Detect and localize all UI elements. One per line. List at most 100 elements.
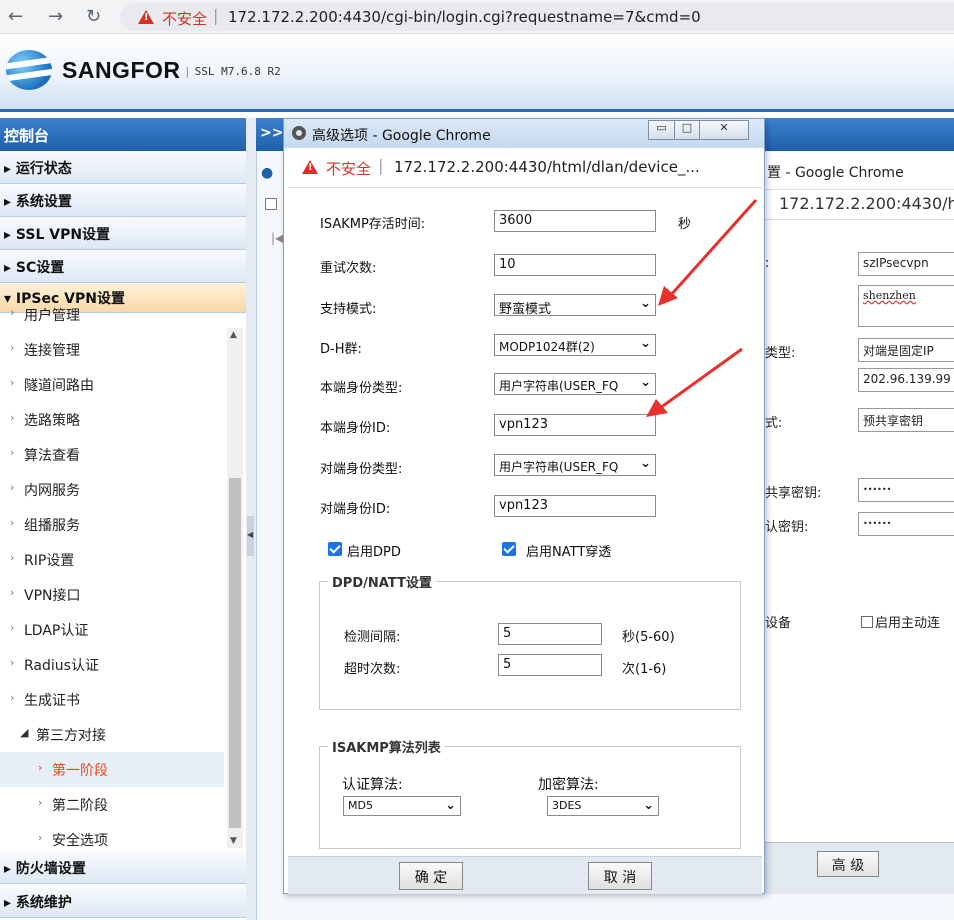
- sidebar-item-multicast[interactable]: › 组播服务: [0, 507, 246, 542]
- sidebar-section-firewall[interactable]: ▸ 防火墙设置: [0, 851, 246, 884]
- brand-name: SANGFOR: [62, 57, 181, 83]
- auth-mode-select[interactable]: 预共享密钥: [858, 408, 954, 432]
- auth-algo-select[interactable]: MD5 ⌄: [343, 796, 461, 816]
- retries-label: 重试次数:: [320, 261, 377, 276]
- sidebar-submenu: › 用户管理 › 连接管理 › 隧道间路由 › 选路策略 › 算法查看 › 内网服务 › 组播…: [0, 305, 246, 850]
- dialog-title: 高级选项 - Google Chrome: [312, 128, 491, 144]
- sangfor-logo-icon: [6, 50, 52, 90]
- url-text[interactable]: 172.172.2.200:4430/cgi-bin/login.cgi?req…: [228, 8, 701, 26]
- sidebar-item-phase1[interactable]: › 第一阶段: [0, 752, 224, 787]
- local-id-type-select[interactable]: 用户字符串(USER_FQ ⌄: [494, 373, 656, 395]
- dialog-footer: 确 定 取 消: [288, 856, 762, 894]
- sidebar-item-ldap[interactable]: › LDAP认证: [0, 612, 246, 647]
- cancel-button[interactable]: 取 消: [588, 862, 652, 890]
- app-header: SANGFOR | SSL M7.6.8 R2: [0, 34, 954, 112]
- dpd-natt-group-title: DPD/NATT设置: [332, 576, 432, 591]
- sidebar-item-users[interactable]: › 用户管理: [0, 305, 246, 332]
- dialog-address-bar[interactable]: 不安全 | 172.172.2.200:4430/html/dlan/devic…: [288, 148, 762, 188]
- sidebar-item-radius[interactable]: › Radius认证: [0, 647, 246, 682]
- dialog-url[interactable]: 172.172.2.200:4430/html/dlan/device_...: [394, 158, 700, 176]
- active-connect-checkbox[interactable]: [861, 616, 873, 628]
- chevron-down-icon: ⌄: [640, 336, 651, 351]
- warning-icon: [302, 160, 318, 174]
- sidebar-section-status[interactable]: ▸ 运行状态: [0, 151, 246, 184]
- psk-confirm-label: 认密钥:: [765, 520, 809, 535]
- sidebar: 控制台 ▸ 运行状态 ▸ 系统设置 ▸ SSL VPN设置 ▸ SC设置 ▾ I…: [0, 118, 246, 920]
- retries-input[interactable]: 10: [494, 254, 656, 276]
- auth-algo-label: 认证算法:: [342, 777, 403, 793]
- isakmp-keepalive-input[interactable]: 3600: [494, 210, 656, 232]
- sidebar-section-sslvpn[interactable]: ▸ SSL VPN设置: [0, 217, 246, 250]
- psk-field[interactable]: ••••••: [858, 478, 954, 502]
- ok-button[interactable]: 确 定: [399, 862, 463, 890]
- close-icon[interactable]: ✕: [699, 120, 749, 140]
- minimize-icon[interactable]: ▭: [648, 120, 675, 140]
- detect-interval-input[interactable]: 5: [498, 623, 602, 645]
- sidebar-section-maintenance[interactable]: ▸ 系统维护: [0, 885, 246, 918]
- name-field[interactable]: szIPsecvpn: [858, 252, 954, 276]
- sidebar-item-connections[interactable]: › 连接管理: [0, 332, 246, 367]
- mode-label: 支持模式:: [320, 302, 377, 317]
- bullet-icon: ●: [261, 165, 274, 181]
- sidebar-title: 控制台: [0, 118, 246, 151]
- peer-id-type-select[interactable]: 用户字符串(USER_FQ ⌄: [494, 454, 656, 476]
- psk-confirm-field[interactable]: ••••••: [858, 512, 954, 536]
- forward-icon[interactable]: →: [48, 6, 63, 27]
- scrollbar-thumb[interactable]: [229, 478, 241, 828]
- background-window-title: 置 - Google Chrome: [767, 165, 904, 181]
- sidebar-item-security-options[interactable]: › 安全选项: [0, 822, 246, 850]
- address-bar[interactable]: 不安全 | 172.172.2.200:4430/cgi-bin/login.c…: [120, 3, 954, 31]
- enable-natt-checkbox[interactable]: [502, 542, 516, 556]
- pane-splitter[interactable]: ◀: [246, 118, 256, 920]
- sidebar-scrollbar[interactable]: ▲ ▼: [227, 328, 243, 848]
- dh-group-select[interactable]: MODP1024群(2) ⌄: [494, 334, 656, 356]
- scroll-up-icon[interactable]: ▲: [230, 330, 237, 340]
- local-id-input[interactable]: vpn123: [494, 414, 656, 436]
- chevron-down-icon: ⌄: [445, 798, 456, 813]
- insecure-label: 不安全: [326, 160, 372, 178]
- isakmp-keepalive-unit: 秒: [678, 217, 692, 232]
- description-field[interactable]: shenzhen: [858, 285, 954, 327]
- sidebar-section-system[interactable]: ▸ 系统设置: [0, 184, 246, 217]
- chevron-down-icon: ⌄: [640, 296, 651, 311]
- peer-ip-field[interactable]: 202.96.139.99: [858, 368, 954, 392]
- scroll-down-icon[interactable]: ▼: [230, 836, 237, 846]
- version-label: | SSL M7.6.8 R2: [184, 65, 281, 78]
- active-connect-option[interactable]: 启用主动连: [861, 612, 940, 631]
- isakmp-algorithm-group-title: ISAKMP算法列表: [332, 741, 441, 756]
- sidebar-item-intranet-services[interactable]: › 内网服务: [0, 472, 246, 507]
- sidebar-item-tunnel-routing[interactable]: › 隧道间路由: [0, 367, 246, 402]
- sidebar-item-route-policy[interactable]: › 选路策略: [0, 402, 246, 437]
- advanced-options-dialog: 高级选项 - Google Chrome ▭ □ ✕ 不安全 | 172.172…: [283, 118, 765, 894]
- dh-group-label: D-H群:: [320, 342, 362, 357]
- sidebar-item-vpn-interface[interactable]: › VPN接口: [0, 577, 246, 612]
- chevron-down-icon: ⌄: [643, 798, 654, 813]
- mode-select[interactable]: 野蛮模式 ⌄: [494, 294, 656, 316]
- enable-natt-label: 启用NATT穿透: [526, 545, 612, 560]
- timeout-input[interactable]: 5: [498, 654, 602, 676]
- peer-id-input[interactable]: vpn123: [494, 495, 656, 517]
- auth-mode-label: 式:: [765, 416, 783, 431]
- sidebar-item-rip[interactable]: › RIP设置: [0, 542, 246, 577]
- enable-dpd-checkbox[interactable]: [328, 542, 342, 556]
- background-window-url: 172.172.2.200:4430/ht: [779, 194, 954, 213]
- background-window: 置 - Google Chrome 172.172.2.200:4430/ht …: [762, 152, 954, 894]
- chevron-down-icon: ⌄: [640, 375, 651, 390]
- maximize-icon[interactable]: □: [674, 120, 700, 140]
- advanced-button[interactable]: 高 级: [817, 851, 879, 877]
- enc-algo-select[interactable]: 3DES ⌄: [547, 796, 659, 816]
- peer-type-select[interactable]: 对端是固定IP: [858, 338, 954, 362]
- sidebar-item-certificate[interactable]: › 生成证书: [0, 682, 246, 717]
- sidebar-section-sc[interactable]: ▸ SC设置: [0, 250, 246, 283]
- window-controls: ▭ □ ✕: [648, 120, 764, 140]
- select-all-checkbox[interactable]: [265, 198, 277, 210]
- sidebar-group-third-party[interactable]: ◢ 第三方对接: [0, 717, 246, 752]
- splitter-handle[interactable]: ◀: [247, 516, 254, 556]
- reload-icon[interactable]: ↻: [86, 6, 101, 27]
- back-icon[interactable]: ←: [8, 6, 23, 27]
- enc-algo-label: 加密算法:: [538, 777, 599, 793]
- expand-icon[interactable]: >>: [260, 125, 283, 141]
- timeout-label: 超时次数:: [344, 662, 401, 677]
- sidebar-item-algorithms[interactable]: › 算法查看: [0, 437, 246, 472]
- sidebar-item-phase2[interactable]: › 第二阶段: [0, 787, 246, 822]
